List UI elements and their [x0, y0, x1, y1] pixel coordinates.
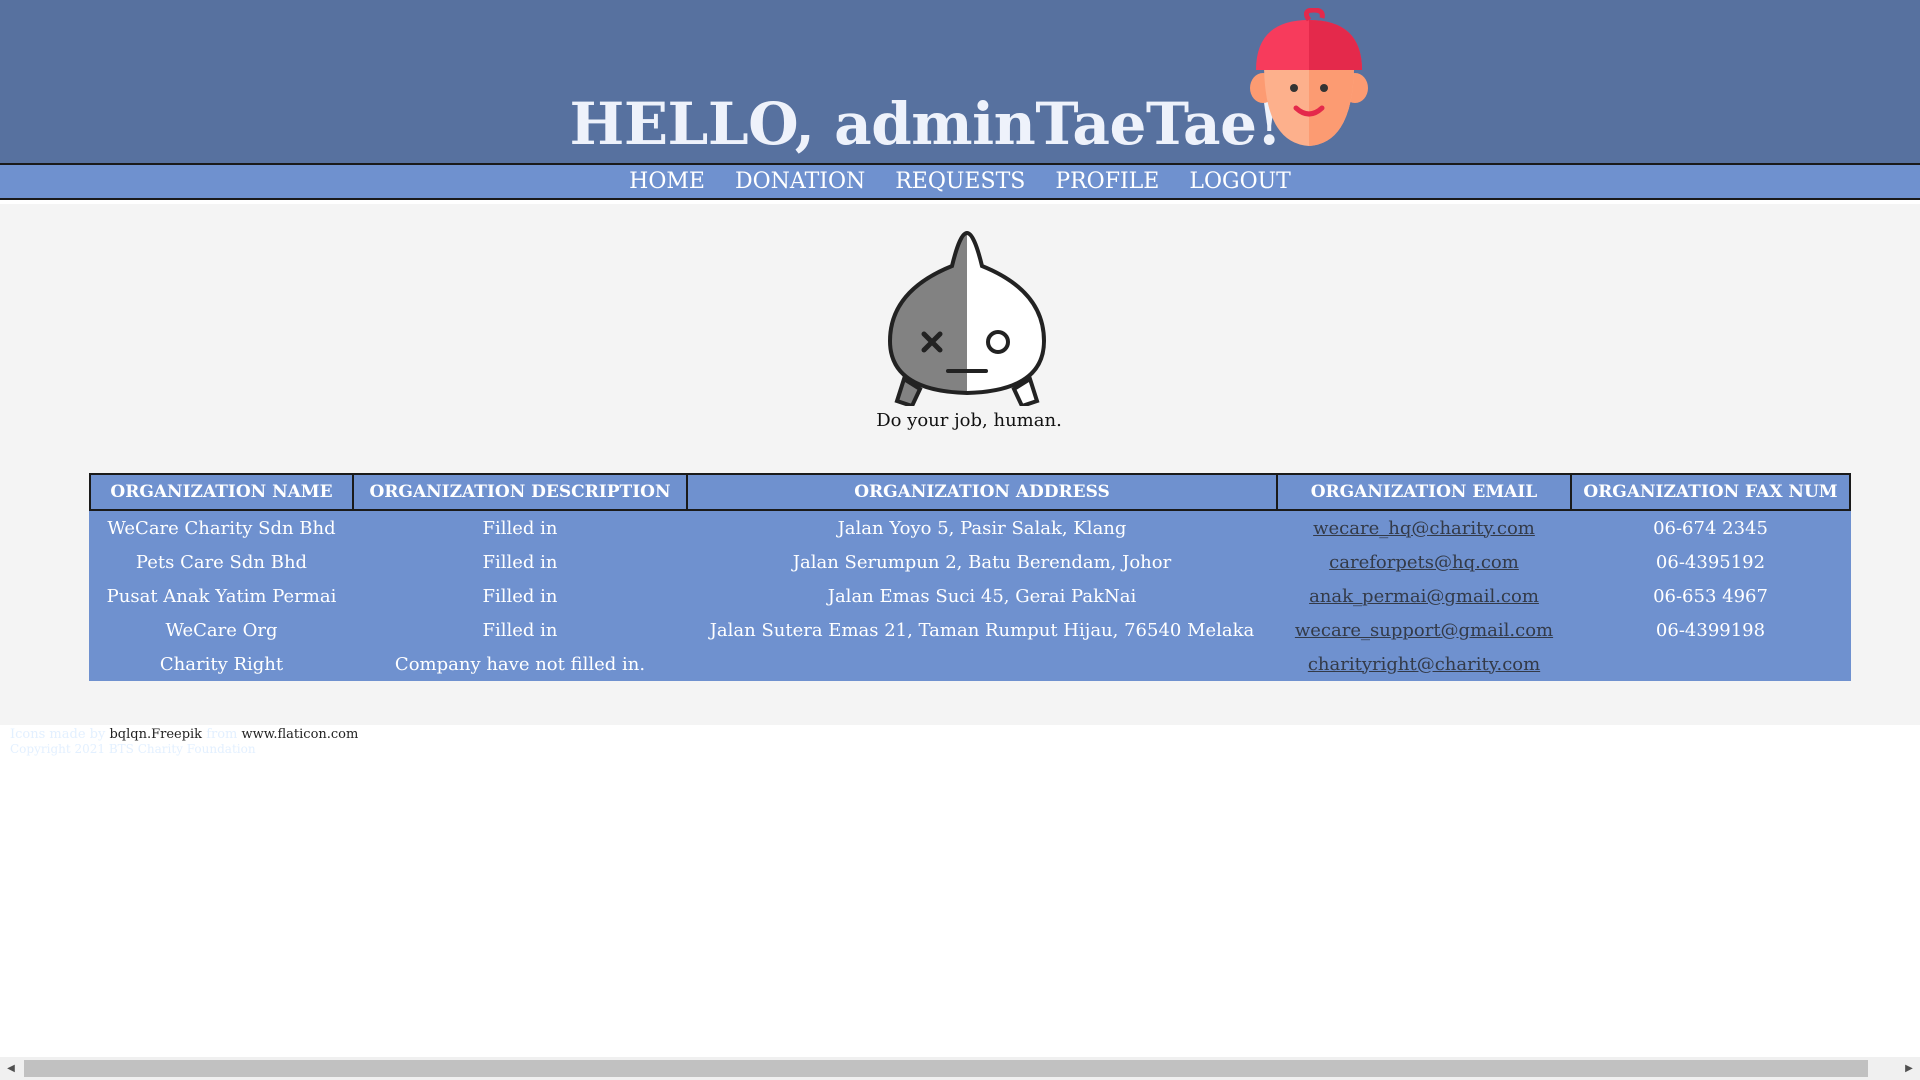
org-fax-cell: 06-4395192	[1655, 551, 1766, 573]
org-description-cell: Company have not filled in.	[394, 653, 646, 675]
page-title: HELLO, adminTaeTae!	[569, 90, 1282, 158]
org-address-cell: Jalan Yoyo 5, Pasir Salak, Klang	[837, 517, 1127, 539]
header: HELLO, adminTaeTae!	[0, 0, 1920, 163]
org-email-link[interactable]: careforpets@hq.com	[1329, 552, 1519, 573]
org-email-link[interactable]: wecare_hq@charity.com	[1313, 518, 1535, 539]
org-fax-cell	[1571, 647, 1850, 681]
column-header: ORGANIZATION DESCRIPTION	[352, 473, 688, 511]
credit-site-link[interactable]: www.flaticon.com	[242, 727, 359, 742]
table-row: Charity Right Company have not filled in…	[90, 647, 1850, 681]
nav-profile[interactable]: PROFILE	[1055, 169, 1159, 194]
org-address-cell	[687, 647, 1277, 681]
org-address-cell: Jalan Emas Suci 45, Gerai PakNai	[827, 585, 1137, 607]
org-email-link[interactable]: charityright@charity.com	[1308, 654, 1540, 675]
org-email-cell: careforpets@hq.com	[1277, 545, 1571, 579]
boy-avatar-icon	[1250, 8, 1368, 146]
tagline: Do your job, human.	[876, 410, 1062, 431]
table-row: WeCare Org Filled in Jalan Sutera Emas 2…	[90, 613, 1850, 647]
org-fax-cell: 06-653 4967	[1653, 585, 1768, 607]
organizations-table: ORGANIZATION NAME ORGANIZATION DESCRIPTI…	[89, 473, 1851, 681]
nav-donation[interactable]: DONATION	[735, 169, 865, 194]
org-name-cell: Pets Care Sdn Bhd	[135, 551, 308, 573]
column-header: ORGANIZATION EMAIL	[1276, 473, 1572, 511]
main-nav: HOME DONATION REQUESTS PROFILE LOGOUT	[0, 163, 1920, 200]
org-description-cell: Filled in	[482, 619, 558, 641]
org-address-cell: Jalan Serumpun 2, Batu Berendam, Johor	[792, 551, 1172, 573]
org-email-link[interactable]: wecare_support@gmail.com	[1295, 620, 1553, 641]
table-header-row: ORGANIZATION NAME ORGANIZATION DESCRIPTI…	[89, 473, 1851, 511]
table-row: Pets Care Sdn Bhd Filled in Jalan Serump…	[90, 545, 1850, 579]
org-fax-cell: 06-4399198	[1655, 619, 1766, 641]
credit-prefix: Icons made by	[10, 727, 110, 742]
org-email-cell: charityright@charity.com	[1277, 647, 1571, 681]
org-email-cell: wecare_support@gmail.com	[1277, 613, 1571, 647]
table-row: WeCare Charity Sdn Bhd Filled in Jalan Y…	[90, 510, 1850, 545]
org-name-cell: Charity Right	[159, 653, 284, 675]
copyright: Copyright 2021 BTS Charity Foundation	[10, 742, 256, 756]
org-description-cell: Filled in	[482, 517, 558, 539]
org-email-cell: wecare_hq@charity.com	[1277, 510, 1571, 545]
mascot-character-icon	[887, 230, 1047, 406]
nav-home[interactable]: HOME	[629, 169, 705, 194]
table-row: Pusat Anak Yatim Permai Filled in Jalan …	[90, 579, 1850, 613]
nav-requests[interactable]: REQUESTS	[895, 169, 1025, 194]
horizontal-scrollbar[interactable]: ◀ ▶	[0, 1057, 1920, 1080]
org-name-cell: WeCare Org	[165, 619, 278, 641]
org-name-cell: WeCare Charity Sdn Bhd	[107, 517, 336, 539]
scroll-left-icon[interactable]: ◀	[0, 1057, 22, 1080]
org-email-cell: anak_permai@gmail.com	[1277, 579, 1571, 613]
credit-from: from	[202, 727, 242, 742]
org-address-cell: Jalan Sutera Emas 21, Taman Rumput Hijau…	[709, 619, 1255, 641]
credit-author-link[interactable]: bqlqn.Freepik	[109, 727, 202, 742]
org-description-cell: Filled in	[482, 551, 558, 573]
main-content: Do your job, human. ORGANIZATION NAME OR…	[0, 204, 1920, 725]
org-name-cell: Pusat Anak Yatim Permai	[106, 585, 337, 607]
org-fax-cell: 06-674 2345	[1653, 517, 1768, 539]
scroll-right-icon[interactable]: ▶	[1898, 1057, 1920, 1080]
column-header: ORGANIZATION ADDRESS	[686, 473, 1278, 511]
nav-logout[interactable]: LOGOUT	[1189, 169, 1290, 194]
icon-credit: Icons made by bqlqn.Freepik from www.fla…	[10, 727, 358, 742]
column-header: ORGANIZATION NAME	[89, 473, 354, 511]
org-email-link[interactable]: anak_permai@gmail.com	[1309, 586, 1539, 607]
column-header: ORGANIZATION FAX NUM	[1570, 473, 1851, 511]
scrollbar-thumb[interactable]	[24, 1060, 1868, 1077]
org-description-cell: Filled in	[482, 585, 558, 607]
